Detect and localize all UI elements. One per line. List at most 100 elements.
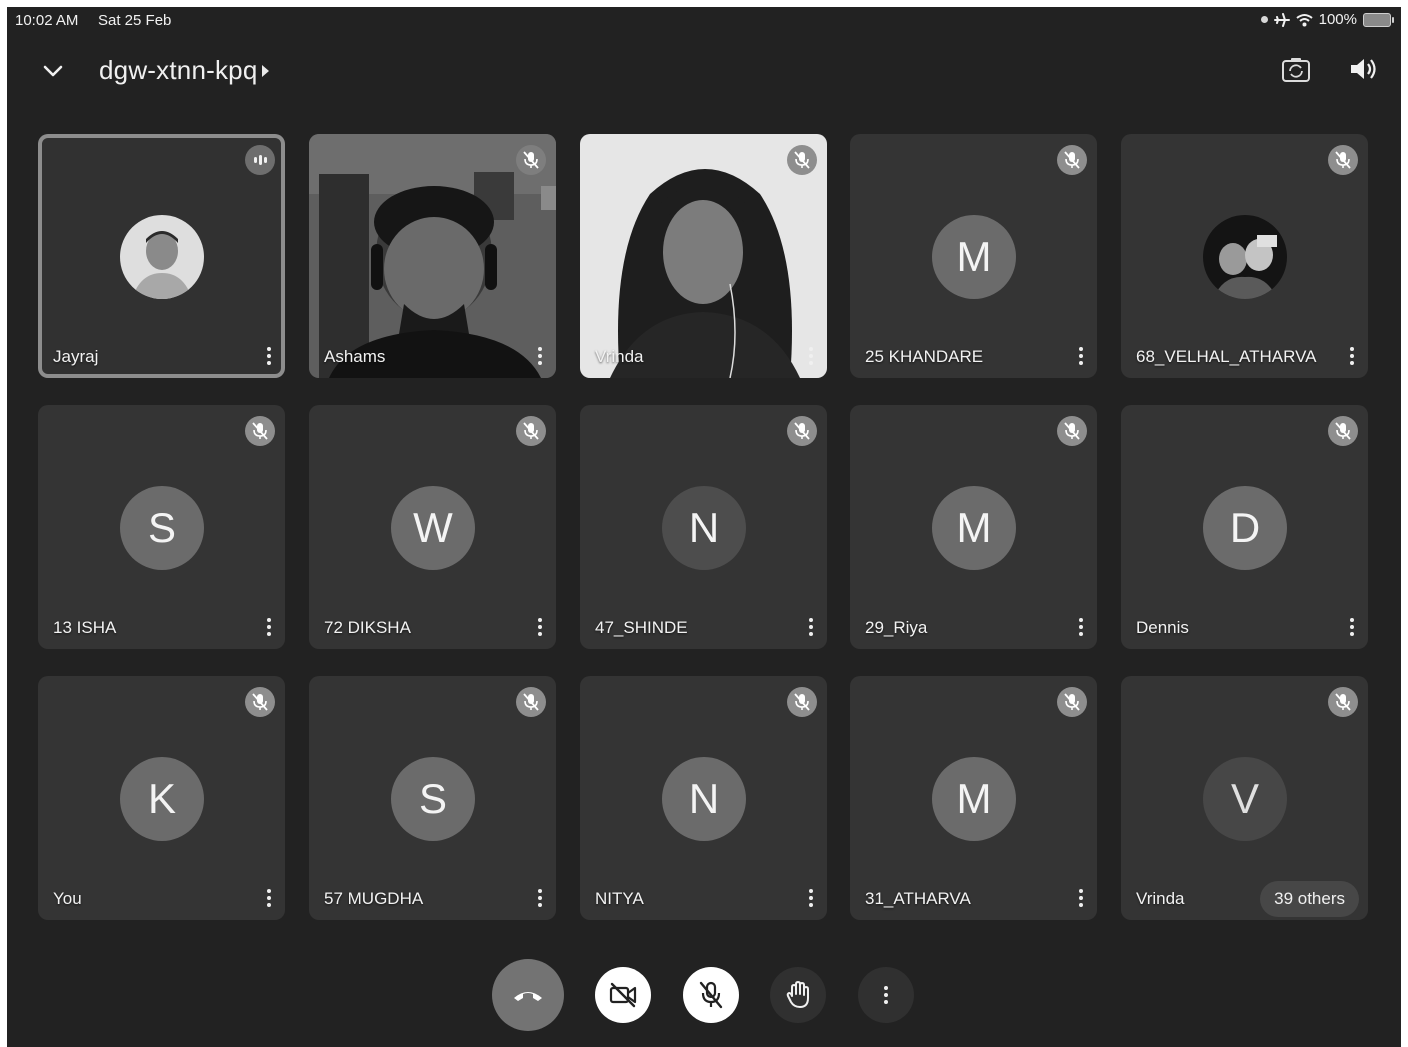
raise-hand-button[interactable] — [770, 967, 826, 1023]
video-off-icon — [609, 982, 637, 1008]
hand-icon — [786, 981, 809, 1008]
participant-tile-47-shinde[interactable]: N 47_SHINDE — [580, 405, 827, 649]
participant-name: Vrinda — [595, 347, 644, 366]
participant-tile-13-isha[interactable]: S 13 ISHA — [38, 405, 285, 649]
participant-tile-57-mugdha[interactable]: S 57 MUGDHA — [309, 676, 556, 920]
mic-muted-icon — [1057, 687, 1087, 717]
avatar: S — [120, 486, 204, 570]
avatar: S — [391, 757, 475, 841]
more-vert-icon[interactable] — [1075, 613, 1087, 641]
others-count-badge[interactable]: 39 others — [1260, 881, 1359, 917]
battery-percent: 100% — [1318, 11, 1357, 28]
meeting-code[interactable]: dgw-xtnn-kpq — [99, 55, 257, 86]
participant-name: 25 KHANDARE — [865, 347, 984, 366]
avatar: D — [1203, 486, 1287, 570]
caret-right-icon[interactable] — [262, 65, 269, 77]
participant-name: 13 ISHA — [53, 618, 117, 637]
participant-name: 29_Riya — [865, 618, 928, 637]
participant-name: NITYA — [595, 889, 644, 908]
chevron-down-icon[interactable] — [41, 59, 65, 83]
participant-name: You — [53, 889, 82, 908]
more-vert-icon[interactable] — [1346, 613, 1358, 641]
status-time: 10:02 AM — [15, 12, 79, 29]
participant-tile-you[interactable]: K You — [38, 676, 285, 920]
more-vert-icon[interactable] — [534, 613, 546, 641]
status-bar: 10:02 AM Sat 25 Feb 100% — [7, 7, 1401, 35]
participant-name: Ashams — [324, 347, 386, 366]
participant-name: Vrinda — [1136, 889, 1185, 908]
participant-tile-vrinda-others[interactable]: V Vrinda 39 others — [1121, 676, 1368, 920]
mic-muted-icon — [787, 145, 817, 175]
more-vert-icon[interactable] — [805, 342, 817, 370]
participant-video — [580, 134, 827, 378]
more-vert-icon[interactable] — [1346, 342, 1358, 370]
participant-tile-25-khandare[interactable]: M 25 KHANDARE — [850, 134, 1097, 378]
avatar: M — [932, 486, 1016, 570]
switch-camera-icon[interactable] — [1280, 55, 1312, 85]
participant-photo — [120, 215, 204, 299]
mic-muted-icon — [516, 145, 546, 175]
phone-hangup-icon — [514, 992, 542, 1001]
participant-tile-31-atharva[interactable]: M 31_ATHARVA — [850, 676, 1097, 920]
mic-muted-icon — [516, 416, 546, 446]
more-vert-icon[interactable] — [805, 613, 817, 641]
participant-name: Jayraj — [53, 347, 99, 366]
battery-charging-icon — [1363, 12, 1394, 27]
speaking-indicator-icon — [245, 145, 275, 175]
participant-name: 47_SHINDE — [595, 618, 688, 637]
more-options-button[interactable] — [858, 967, 914, 1023]
participant-tile-72-diksha[interactable]: W 72 DIKSHA — [309, 405, 556, 649]
mic-muted-icon — [245, 416, 275, 446]
participant-tile-29-riya[interactable]: M 29_Riya — [850, 405, 1097, 649]
more-vert-icon[interactable] — [263, 613, 275, 641]
more-vert-icon — [884, 986, 888, 1004]
participant-tile-dennis[interactable]: D Dennis — [1121, 405, 1368, 649]
avatar: V — [1203, 757, 1287, 841]
participant-tile-nitya[interactable]: N NITYA — [580, 676, 827, 920]
avatar: N — [662, 486, 746, 570]
avatar: K — [120, 757, 204, 841]
dot-icon — [1260, 16, 1268, 23]
mic-muted-icon — [1057, 145, 1087, 175]
more-vert-icon[interactable] — [263, 342, 275, 370]
participant-name: 31_ATHARVA — [865, 889, 971, 908]
participant-name: Dennis — [1136, 618, 1189, 637]
participant-tile-68-velhal-atharva[interactable]: 68_VELHAL_ATHARVA — [1121, 134, 1368, 378]
airplane-icon — [1273, 12, 1290, 27]
end-call-button[interactable] — [492, 959, 564, 1031]
avatar: M — [932, 215, 1016, 299]
participant-tile-vrinda[interactable]: Vrinda — [580, 134, 827, 378]
more-vert-icon[interactable] — [1075, 884, 1087, 912]
participant-video — [309, 134, 556, 378]
more-vert-icon[interactable] — [534, 884, 546, 912]
mic-off-icon — [699, 981, 723, 1009]
participant-name: 72 DIKSHA — [324, 618, 411, 637]
mic-muted-icon — [1328, 687, 1358, 717]
participant-name: 68_VELHAL_ATHARVA — [1136, 347, 1317, 366]
participant-tile-ashams[interactable]: Ashams — [309, 134, 556, 378]
more-vert-icon[interactable] — [263, 884, 275, 912]
mic-muted-icon — [1328, 416, 1358, 446]
mic-off-button[interactable] — [683, 967, 739, 1023]
mic-muted-icon — [787, 687, 817, 717]
avatar: W — [391, 486, 475, 570]
status-indicators: 100% — [1260, 11, 1394, 28]
status-date: Sat 25 Feb — [98, 12, 172, 29]
more-vert-icon[interactable] — [805, 884, 817, 912]
mic-muted-icon — [787, 416, 817, 446]
participant-name: 57 MUGDHA — [324, 889, 424, 908]
participant-tile-jayraj[interactable]: Jayraj — [38, 134, 285, 378]
more-vert-icon[interactable] — [1075, 342, 1087, 370]
avatar: N — [662, 757, 746, 841]
mic-muted-icon — [516, 687, 546, 717]
camera-off-button[interactable] — [595, 967, 651, 1023]
wifi-icon — [1296, 13, 1313, 26]
mic-muted-icon — [1328, 145, 1358, 175]
meet-screen: 10:02 AM Sat 25 Feb 100% dgw-xtnn-kpq Ja… — [7, 7, 1401, 1047]
speaker-icon[interactable] — [1347, 54, 1379, 84]
mic-muted-icon — [1057, 416, 1087, 446]
participant-photo — [1203, 215, 1287, 299]
more-vert-icon[interactable] — [534, 342, 546, 370]
avatar: M — [932, 757, 1016, 841]
mic-muted-icon — [245, 687, 275, 717]
